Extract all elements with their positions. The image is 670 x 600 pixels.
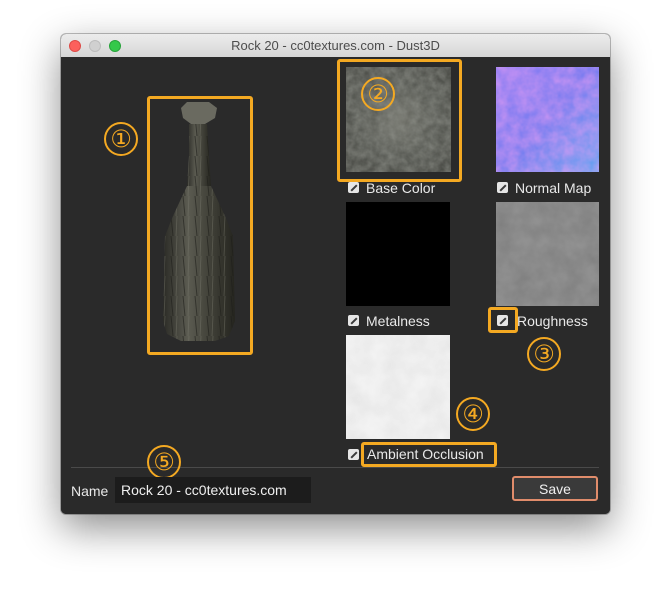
metalness-label: Metalness (366, 313, 430, 329)
roughness-texture[interactable] (496, 202, 599, 306)
preview-highlight-box (147, 96, 253, 355)
normal-map-texture[interactable] (496, 67, 599, 172)
title-bar[interactable]: Rock 20 - cc0textures.com - Dust3D (61, 34, 610, 58)
ambient-occlusion-label: Ambient Occlusion (367, 446, 484, 462)
roughness-label: Roughness (517, 313, 588, 329)
material-editor-content: ① ② Base Color Normal Map Metalness Roug… (61, 57, 610, 514)
roughness-image (496, 202, 599, 306)
pencil-icon[interactable] (497, 182, 508, 193)
material-name-input[interactable] (115, 477, 311, 503)
callout-2: ② (361, 77, 395, 111)
normal-map-image (496, 67, 599, 172)
base-color-label: Base Color (366, 180, 436, 196)
ambient-occlusion-texture[interactable] (346, 335, 450, 439)
window-title: Rock 20 - cc0textures.com - Dust3D (231, 38, 440, 53)
pencil-icon[interactable] (348, 315, 359, 326)
callout-5: ⑤ (147, 445, 181, 479)
pencil-icon[interactable] (348, 449, 359, 460)
metalness-texture[interactable] (346, 202, 450, 306)
normal-map-label: Normal Map (515, 180, 592, 196)
callout-1: ① (104, 122, 138, 156)
base-color-highlight-box (337, 59, 462, 182)
callout-4: ④ (456, 397, 490, 431)
material-edit-window: Rock 20 - cc0textures.com - Dust3D ① ② B… (61, 34, 610, 514)
save-button[interactable]: Save (512, 476, 598, 501)
pencil-icon[interactable] (348, 182, 359, 193)
pencil-icon[interactable] (497, 315, 508, 326)
name-label: Name (71, 483, 109, 499)
callout-3: ③ (527, 337, 561, 371)
ambient-occlusion-image (346, 335, 450, 439)
